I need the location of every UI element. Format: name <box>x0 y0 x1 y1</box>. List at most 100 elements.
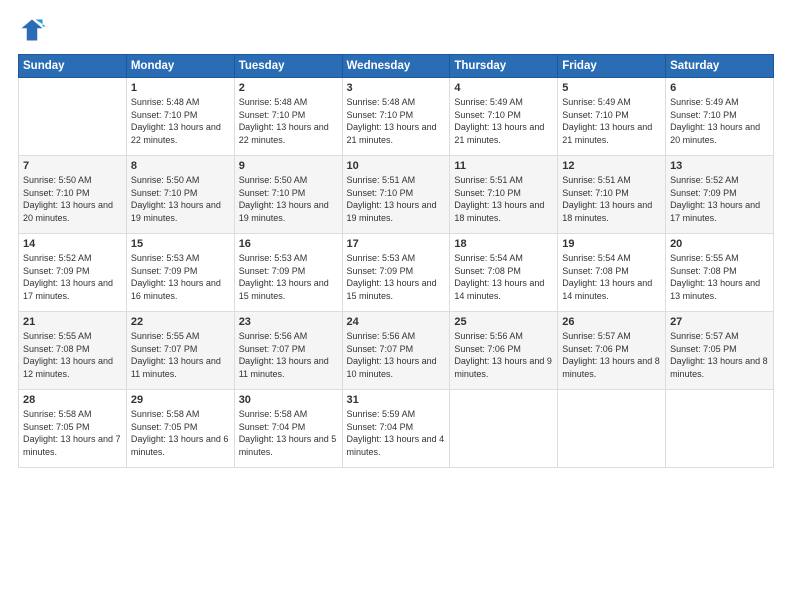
calendar-cell: 9 Sunrise: 5:50 AMSunset: 7:10 PMDaylight… <box>234 156 342 234</box>
day-number: 11 <box>454 160 553 172</box>
calendar-cell: 20 Sunrise: 5:55 AMSunset: 7:08 PMDayligh… <box>666 234 774 312</box>
day-info: Sunrise: 5:49 AMSunset: 7:10 PMDaylight:… <box>562 96 661 146</box>
day-number: 27 <box>670 316 769 328</box>
day-number: 2 <box>239 82 338 94</box>
calendar-cell: 11 Sunrise: 5:51 AMSunset: 7:10 PMDayligh… <box>450 156 558 234</box>
day-info: Sunrise: 5:48 AMSunset: 7:10 PMDaylight:… <box>239 96 338 146</box>
calendar-cell: 15 Sunrise: 5:53 AMSunset: 7:09 PMDayligh… <box>126 234 234 312</box>
calendar-week-row: 21 Sunrise: 5:55 AMSunset: 7:08 PMDayligh… <box>19 312 774 390</box>
day-info: Sunrise: 5:51 AMSunset: 7:10 PMDaylight:… <box>562 174 661 224</box>
day-info: Sunrise: 5:56 AMSunset: 7:07 PMDaylight:… <box>347 330 446 380</box>
day-info: Sunrise: 5:52 AMSunset: 7:09 PMDaylight:… <box>23 252 122 302</box>
calendar-cell: 10 Sunrise: 5:51 AMSunset: 7:10 PMDayligh… <box>342 156 450 234</box>
calendar-cell: 18 Sunrise: 5:54 AMSunset: 7:08 PMDayligh… <box>450 234 558 312</box>
day-info: Sunrise: 5:56 AMSunset: 7:06 PMDaylight:… <box>454 330 553 380</box>
day-info: Sunrise: 5:55 AMSunset: 7:08 PMDaylight:… <box>670 252 769 302</box>
day-number: 14 <box>23 238 122 250</box>
calendar-header: SundayMondayTuesdayWednesdayThursdayFrid… <box>19 55 774 78</box>
day-number: 12 <box>562 160 661 172</box>
day-info: Sunrise: 5:51 AMSunset: 7:10 PMDaylight:… <box>454 174 553 224</box>
day-info: Sunrise: 5:54 AMSunset: 7:08 PMDaylight:… <box>562 252 661 302</box>
day-info: Sunrise: 5:55 AMSunset: 7:08 PMDaylight:… <box>23 330 122 380</box>
calendar-cell: 31 Sunrise: 5:59 AMSunset: 7:04 PMDayligh… <box>342 390 450 468</box>
day-info: Sunrise: 5:54 AMSunset: 7:08 PMDaylight:… <box>454 252 553 302</box>
calendar-cell: 17 Sunrise: 5:53 AMSunset: 7:09 PMDayligh… <box>342 234 450 312</box>
day-info: Sunrise: 5:50 AMSunset: 7:10 PMDaylight:… <box>23 174 122 224</box>
calendar-cell: 21 Sunrise: 5:55 AMSunset: 7:08 PMDayligh… <box>19 312 127 390</box>
weekday-header-cell: Thursday <box>450 55 558 78</box>
day-info: Sunrise: 5:53 AMSunset: 7:09 PMDaylight:… <box>131 252 230 302</box>
calendar-table: SundayMondayTuesdayWednesdayThursdayFrid… <box>18 54 774 468</box>
day-number: 29 <box>131 394 230 406</box>
calendar-cell: 6 Sunrise: 5:49 AMSunset: 7:10 PMDaylight… <box>666 78 774 156</box>
day-info: Sunrise: 5:59 AMSunset: 7:04 PMDaylight:… <box>347 408 446 458</box>
day-number: 4 <box>454 82 553 94</box>
day-number: 3 <box>347 82 446 94</box>
calendar-cell: 8 Sunrise: 5:50 AMSunset: 7:10 PMDaylight… <box>126 156 234 234</box>
calendar-cell: 13 Sunrise: 5:52 AMSunset: 7:09 PMDayligh… <box>666 156 774 234</box>
day-number: 13 <box>670 160 769 172</box>
calendar-cell: 23Sunrise: 5:56 AMSunset: 7:07 PMDayligh… <box>234 312 342 390</box>
day-number: 8 <box>131 160 230 172</box>
day-number: 16 <box>239 238 338 250</box>
day-number: 22 <box>131 316 230 328</box>
weekday-header-cell: Wednesday <box>342 55 450 78</box>
calendar-cell: 30 Sunrise: 5:58 AMSunset: 7:04 PMDayligh… <box>234 390 342 468</box>
calendar-cell <box>19 78 127 156</box>
calendar-cell <box>450 390 558 468</box>
logo <box>18 16 50 44</box>
weekday-header-cell: Sunday <box>19 55 127 78</box>
day-number: 6 <box>670 82 769 94</box>
day-number: 1 <box>131 82 230 94</box>
day-info: Sunrise: 5:53 AMSunset: 7:09 PMDaylight:… <box>239 252 338 302</box>
day-info: Sunrise: 5:57 AMSunset: 7:05 PMDaylight:… <box>670 330 769 380</box>
day-info: Sunrise: 5:58 AMSunset: 7:04 PMDaylight:… <box>239 408 338 458</box>
calendar-cell: 16 Sunrise: 5:53 AMSunset: 7:09 PMDayligh… <box>234 234 342 312</box>
page: SundayMondayTuesdayWednesdayThursdayFrid… <box>0 0 792 612</box>
day-number: 31 <box>347 394 446 406</box>
logo-icon <box>18 16 46 44</box>
calendar-body: 1 Sunrise: 5:48 AMSunset: 7:10 PMDaylight… <box>19 78 774 468</box>
calendar-week-row: 7 Sunrise: 5:50 AMSunset: 7:10 PMDaylight… <box>19 156 774 234</box>
day-number: 10 <box>347 160 446 172</box>
day-info: Sunrise: 5:52 AMSunset: 7:09 PMDaylight:… <box>670 174 769 224</box>
day-number: 18 <box>454 238 553 250</box>
header <box>18 16 774 44</box>
day-info: Sunrise: 5:58 AMSunset: 7:05 PMDaylight:… <box>23 408 122 458</box>
weekday-header-cell: Monday <box>126 55 234 78</box>
calendar-cell: 7 Sunrise: 5:50 AMSunset: 7:10 PMDaylight… <box>19 156 127 234</box>
day-info: Sunrise: 5:58 AMSunset: 7:05 PMDaylight:… <box>131 408 230 458</box>
day-number: 28 <box>23 394 122 406</box>
day-info: Sunrise: 5:49 AMSunset: 7:10 PMDaylight:… <box>670 96 769 146</box>
calendar-cell: 14 Sunrise: 5:52 AMSunset: 7:09 PMDayligh… <box>19 234 127 312</box>
day-info: Sunrise: 5:56 AMSunset: 7:07 PMDaylight:… <box>239 330 338 380</box>
calendar-cell: 27 Sunrise: 5:57 AMSunset: 7:05 PMDayligh… <box>666 312 774 390</box>
calendar-cell: 29 Sunrise: 5:58 AMSunset: 7:05 PMDayligh… <box>126 390 234 468</box>
day-info: Sunrise: 5:57 AMSunset: 7:06 PMDaylight:… <box>562 330 661 380</box>
calendar-cell: 5Sunrise: 5:49 AMSunset: 7:10 PMDaylight… <box>558 78 666 156</box>
day-number: 20 <box>670 238 769 250</box>
day-number: 17 <box>347 238 446 250</box>
day-number: 24 <box>347 316 446 328</box>
calendar-cell <box>558 390 666 468</box>
day-info: Sunrise: 5:53 AMSunset: 7:09 PMDaylight:… <box>347 252 446 302</box>
day-number: 15 <box>131 238 230 250</box>
calendar-cell: 2 Sunrise: 5:48 AMSunset: 7:10 PMDaylight… <box>234 78 342 156</box>
calendar-cell: 12 Sunrise: 5:51 AMSunset: 7:10 PMDayligh… <box>558 156 666 234</box>
day-info: Sunrise: 5:50 AMSunset: 7:10 PMDaylight:… <box>239 174 338 224</box>
day-number: 7 <box>23 160 122 172</box>
calendar-cell: 28 Sunrise: 5:58 AMSunset: 7:05 PMDayligh… <box>19 390 127 468</box>
weekday-header-cell: Friday <box>558 55 666 78</box>
day-number: 30 <box>239 394 338 406</box>
day-number: 9 <box>239 160 338 172</box>
calendar-cell <box>666 390 774 468</box>
calendar-week-row: 1 Sunrise: 5:48 AMSunset: 7:10 PMDaylight… <box>19 78 774 156</box>
weekday-header-cell: Saturday <box>666 55 774 78</box>
calendar-cell: 19 Sunrise: 5:54 AMSunset: 7:08 PMDayligh… <box>558 234 666 312</box>
day-number: 19 <box>562 238 661 250</box>
day-number: 21 <box>23 316 122 328</box>
day-info: Sunrise: 5:55 AMSunset: 7:07 PMDaylight:… <box>131 330 230 380</box>
day-info: Sunrise: 5:50 AMSunset: 7:10 PMDaylight:… <box>131 174 230 224</box>
calendar-cell: 4Sunrise: 5:49 AMSunset: 7:10 PMDaylight… <box>450 78 558 156</box>
day-info: Sunrise: 5:51 AMSunset: 7:10 PMDaylight:… <box>347 174 446 224</box>
